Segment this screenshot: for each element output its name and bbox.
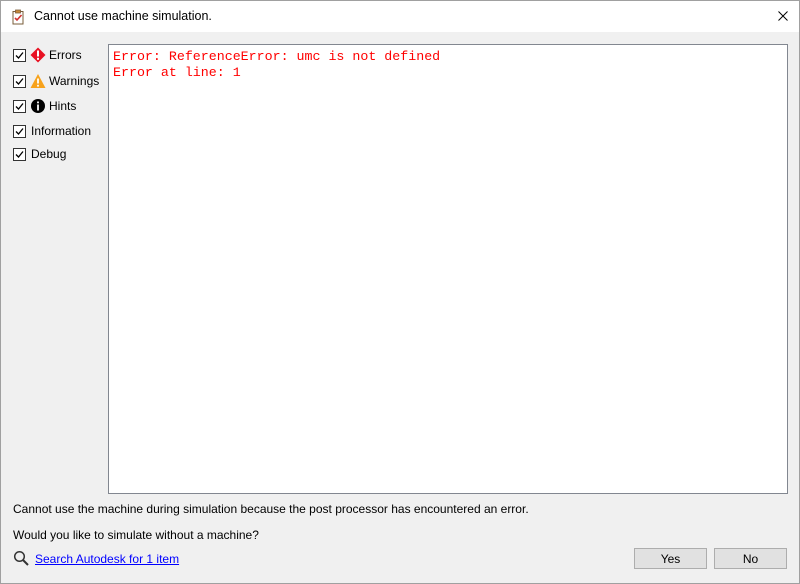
filter-label-debug: Debug (31, 147, 67, 161)
hints-checkbox[interactable] (13, 99, 26, 113)
debug-checkbox[interactable] (13, 147, 26, 161)
log-line: Error: ReferenceError: umc is not define… (113, 49, 441, 64)
search-autodesk-link[interactable]: Search Autodesk for 1 item (35, 552, 179, 566)
filter-hints[interactable]: Hints (13, 97, 76, 115)
filter-debug[interactable]: Debug (13, 145, 66, 163)
warnings-checkbox[interactable] (13, 74, 26, 88)
filter-label-errors: Errors (49, 48, 82, 62)
dialog-window: Cannot use machine simulation. Errors Wa… (0, 0, 800, 584)
filter-label-information: Information (31, 124, 92, 138)
filter-label-hints: Hints (49, 99, 77, 113)
prompt-question: Would you like to simulate without a mac… (13, 528, 259, 542)
search-icon (13, 550, 29, 569)
window-title: Cannot use machine simulation. (34, 9, 212, 23)
title-bar: Cannot use machine simulation. (1, 1, 799, 32)
error-message: Cannot use the machine during simulation… (13, 502, 529, 516)
error-icon (30, 47, 46, 63)
close-icon (778, 10, 788, 24)
log-output[interactable]: Error: ReferenceError: umc is not define… (108, 44, 788, 494)
info-icon (30, 98, 46, 114)
filter-information[interactable]: Information (13, 122, 91, 140)
yes-button[interactable]: Yes (634, 548, 707, 569)
search-row: Search Autodesk for 1 item (13, 550, 179, 568)
clipboard-check-icon (10, 9, 26, 25)
filter-errors[interactable]: Errors (13, 46, 82, 64)
filter-label-warnings: Warnings (49, 74, 100, 88)
warning-icon (30, 73, 46, 89)
filter-warnings[interactable]: Warnings (13, 72, 99, 90)
close-button[interactable] (767, 1, 799, 32)
information-checkbox[interactable] (13, 124, 26, 138)
no-button[interactable]: No (714, 548, 787, 569)
log-line: Error at line: 1 (113, 65, 241, 80)
errors-checkbox[interactable] (13, 48, 26, 62)
